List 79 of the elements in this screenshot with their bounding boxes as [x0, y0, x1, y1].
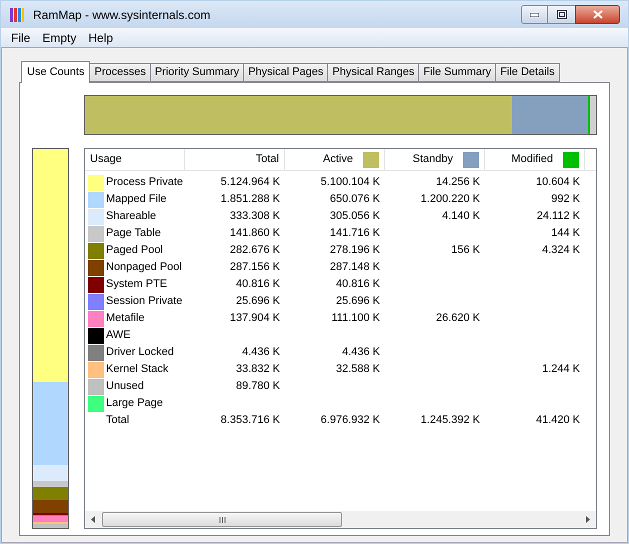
table-cell-text: 6.976.932 K [320, 413, 380, 428]
table-cell-text: Metafile [106, 311, 145, 326]
table-cell-text: 25.696 K [236, 294, 280, 310]
close-button[interactable] [575, 5, 620, 24]
column-header[interactable]: Standby [385, 149, 485, 170]
table-cell-text: 10.604 K [536, 175, 580, 190]
table-cell-text: Total [106, 413, 130, 428]
close-icon [592, 10, 602, 19]
table-cell-text: Kernel Stack [106, 362, 168, 378]
tab[interactable]: File Summary [419, 63, 496, 82]
tab[interactable]: Use Counts [21, 61, 90, 83]
table-cell-text: AWE [106, 328, 131, 344]
tab[interactable]: File Details [496, 63, 560, 82]
table-cell-text: 40.816 K [336, 277, 380, 292]
minimize-icon [530, 12, 539, 16]
table-cell-text: 333.308 K [230, 209, 280, 224]
table-cell-text: Mapped File [106, 192, 167, 208]
table-cell-text: 26.620 K [436, 311, 480, 326]
table-cell-text: 1.244 K [542, 362, 580, 378]
app-logo-icon [9, 6, 25, 22]
menu-item[interactable]: Help [82, 28, 120, 46]
table-cell-text: System PTE [106, 277, 168, 292]
table-cell-text: Driver Locked [106, 345, 174, 360]
horizontal-scrollbar[interactable] [85, 511, 596, 528]
minimize-button[interactable] [521, 5, 548, 24]
tab[interactable]: Priority Summary [150, 63, 244, 82]
table-cell-text: 89.780 K [236, 379, 280, 394]
table-cell-text: 4.140 K [442, 209, 480, 224]
table-cell-text: 4.436 K [342, 345, 380, 360]
table-cell-text: Paged Pool [106, 243, 163, 258]
table-cell-text: 137.904 K [230, 311, 280, 326]
column-header[interactable]: Modified [485, 149, 585, 170]
table-cell-text: 40.816 K [236, 277, 280, 292]
grip-icon [218, 516, 226, 522]
tab[interactable]: Physical Ranges [328, 63, 420, 82]
table-cell-text: 5.124.964 K [220, 175, 280, 190]
table-cell-text: 156 K [451, 243, 480, 258]
menu-item[interactable]: Empty [36, 28, 82, 46]
table-cell-text: 25.696 K [336, 294, 380, 310]
table-cell-text: 287.156 K [230, 260, 280, 276]
table-cell-text: 278.196 K [330, 243, 380, 258]
table-cell-text: 650.076 K [330, 192, 380, 208]
table-cell-text: 111.100 K [331, 311, 380, 326]
table-cell-text: 305.056 K [330, 209, 380, 224]
table-cell-text: 141.860 K [230, 226, 280, 242]
table-cell-text: 1.200.220 K [420, 192, 480, 208]
tab[interactable]: Physical Pages [244, 63, 328, 82]
restore-icon [556, 10, 566, 19]
table-cell-text: 1.245.392 K [420, 413, 480, 428]
menu-item[interactable]: File [5, 28, 36, 46]
table-cell-text: 1.851.288 K [220, 192, 280, 208]
table-cell-text: 144 K [551, 226, 580, 242]
table-cell-text: Page Table [106, 226, 161, 242]
column-header[interactable]: Total [185, 149, 285, 170]
tab[interactable]: Processes [90, 63, 151, 82]
maximize-button[interactable] [548, 5, 575, 24]
window-title: RamMap - www.sysinternals.com [33, 6, 210, 24]
table-cell-text: 5.100.104 K [320, 175, 380, 190]
table-cell-text: 14.256 K [436, 175, 480, 190]
column-header[interactable]: Active [285, 149, 385, 170]
table-cell-text: Nonpaged Pool [106, 260, 182, 276]
table-cell-text: 4.324 K [542, 243, 580, 258]
table-cell-text: 8.353.716 K [220, 413, 280, 428]
table-cell-text: Large Page [106, 396, 163, 412]
table-cell-text: 4.436 K [242, 345, 280, 360]
table-cell-text: 41.420 K [536, 413, 580, 428]
table-cell-text: 287.148 K [330, 260, 380, 276]
table-cell-text: 32.588 K [336, 362, 380, 378]
column-header[interactable]: Usage [85, 149, 185, 170]
table-cell-text: Process Private [106, 175, 184, 190]
table-cell-text: Shareable [106, 209, 156, 224]
table-cell-text: Session Private [106, 294, 182, 310]
table-cell-text: 33.832 K [236, 362, 280, 378]
table-cell-text: 282.676 K [230, 243, 280, 258]
table-cell-text: 141.716 K [330, 226, 380, 242]
scroll-thumb[interactable] [102, 512, 342, 527]
table-cell-text: Unused [106, 379, 144, 394]
table-cell-text: 992 K [551, 192, 580, 208]
table-cell-text: 24.112 K [536, 209, 580, 224]
